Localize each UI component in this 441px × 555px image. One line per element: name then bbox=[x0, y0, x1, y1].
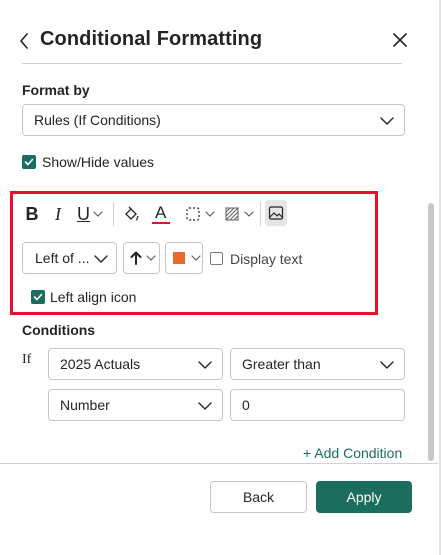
header-divider bbox=[22, 63, 402, 64]
add-condition-link[interactable]: + Add Condition bbox=[303, 445, 402, 461]
panel-header: Conditional Formatting bbox=[0, 0, 441, 80]
chevron-down-icon bbox=[146, 255, 156, 261]
underline-glyph: U bbox=[77, 203, 90, 224]
italic-glyph: I bbox=[55, 203, 61, 224]
show-hide-values-label: Show/Hide values bbox=[42, 154, 155, 170]
underline-dropdown[interactable]: U bbox=[74, 201, 106, 227]
icon-position-value: Left of ... bbox=[35, 250, 90, 266]
chevron-down-icon bbox=[380, 117, 394, 125]
font-color-glyph: A bbox=[155, 203, 167, 222]
format-by-value: Rules (If Conditions) bbox=[34, 112, 161, 128]
chevron-down-icon bbox=[205, 211, 215, 217]
close-button[interactable] bbox=[388, 28, 412, 52]
icon-color-dropdown[interactable] bbox=[165, 242, 203, 274]
chevron-down-icon bbox=[198, 402, 212, 410]
border-icon bbox=[186, 207, 200, 221]
conditions-label: Conditions bbox=[22, 322, 96, 338]
format-by-dropdown[interactable]: Rules (If Conditions) bbox=[22, 104, 405, 136]
bold-glyph: B bbox=[25, 203, 39, 224]
display-text-label: Display text bbox=[230, 251, 303, 267]
chevron-down-icon bbox=[94, 255, 108, 263]
pattern-dropdown[interactable] bbox=[221, 201, 257, 227]
condition-operator-dropdown[interactable]: Greater than bbox=[230, 348, 405, 380]
chevron-down-icon bbox=[244, 211, 254, 217]
chevron-left-icon bbox=[20, 33, 28, 49]
panel-title: Conditional Formatting bbox=[40, 28, 263, 50]
show-hide-values-checkbox[interactable] bbox=[22, 155, 36, 169]
display-text-checkbox[interactable] bbox=[210, 252, 223, 265]
back-button[interactable]: Back bbox=[210, 481, 307, 513]
chevron-down-icon bbox=[198, 361, 212, 369]
bold-button[interactable]: B bbox=[22, 201, 42, 227]
image-icon bbox=[268, 206, 284, 220]
icon-position-dropdown[interactable]: Left of ... bbox=[22, 242, 117, 274]
footer-divider bbox=[0, 463, 438, 464]
condition-value-type-dropdown[interactable]: Number bbox=[48, 389, 223, 421]
chevron-down-icon bbox=[380, 361, 394, 369]
border-dropdown[interactable] bbox=[182, 201, 218, 227]
condition-field-dropdown[interactable]: 2025 Actuals bbox=[48, 348, 223, 380]
font-color-bar bbox=[152, 222, 170, 224]
italic-button[interactable]: I bbox=[48, 201, 68, 227]
icon-color-swatch bbox=[173, 252, 185, 264]
conditional-formatting-panel: Conditional Formatting Format by Rules (… bbox=[0, 0, 441, 555]
close-icon bbox=[393, 33, 407, 47]
pattern-icon bbox=[225, 207, 239, 221]
scrollbar-thumb[interactable] bbox=[428, 203, 434, 461]
format-by-label: Format by bbox=[22, 82, 90, 98]
paint-bucket-icon bbox=[125, 206, 139, 221]
condition-value-text: 0 bbox=[242, 397, 250, 413]
condition-value-input[interactable]: 0 bbox=[230, 389, 405, 421]
left-align-icon-checkbox[interactable] bbox=[31, 290, 45, 304]
image-icon-button[interactable] bbox=[265, 200, 287, 226]
fill-color-button[interactable] bbox=[121, 201, 143, 227]
icon-picker-dropdown[interactable] bbox=[123, 242, 160, 274]
if-label: If bbox=[22, 352, 32, 367]
font-color-button[interactable]: A bbox=[150, 201, 172, 227]
checkmark-icon bbox=[24, 158, 34, 166]
chevron-down-icon bbox=[93, 211, 103, 217]
toolbar-separator bbox=[260, 202, 261, 226]
back-arrow-button[interactable] bbox=[14, 30, 34, 52]
apply-button[interactable]: Apply bbox=[316, 481, 412, 513]
checkmark-icon bbox=[33, 293, 43, 301]
chevron-down-icon bbox=[191, 255, 201, 261]
condition-field-value: 2025 Actuals bbox=[60, 356, 141, 372]
toolbar-separator bbox=[113, 202, 114, 226]
condition-value-type-value: Number bbox=[60, 397, 110, 413]
left-align-icon-label: Left align icon bbox=[50, 289, 137, 305]
condition-operator-value: Greater than bbox=[242, 356, 321, 372]
arrow-up-icon bbox=[130, 251, 142, 265]
